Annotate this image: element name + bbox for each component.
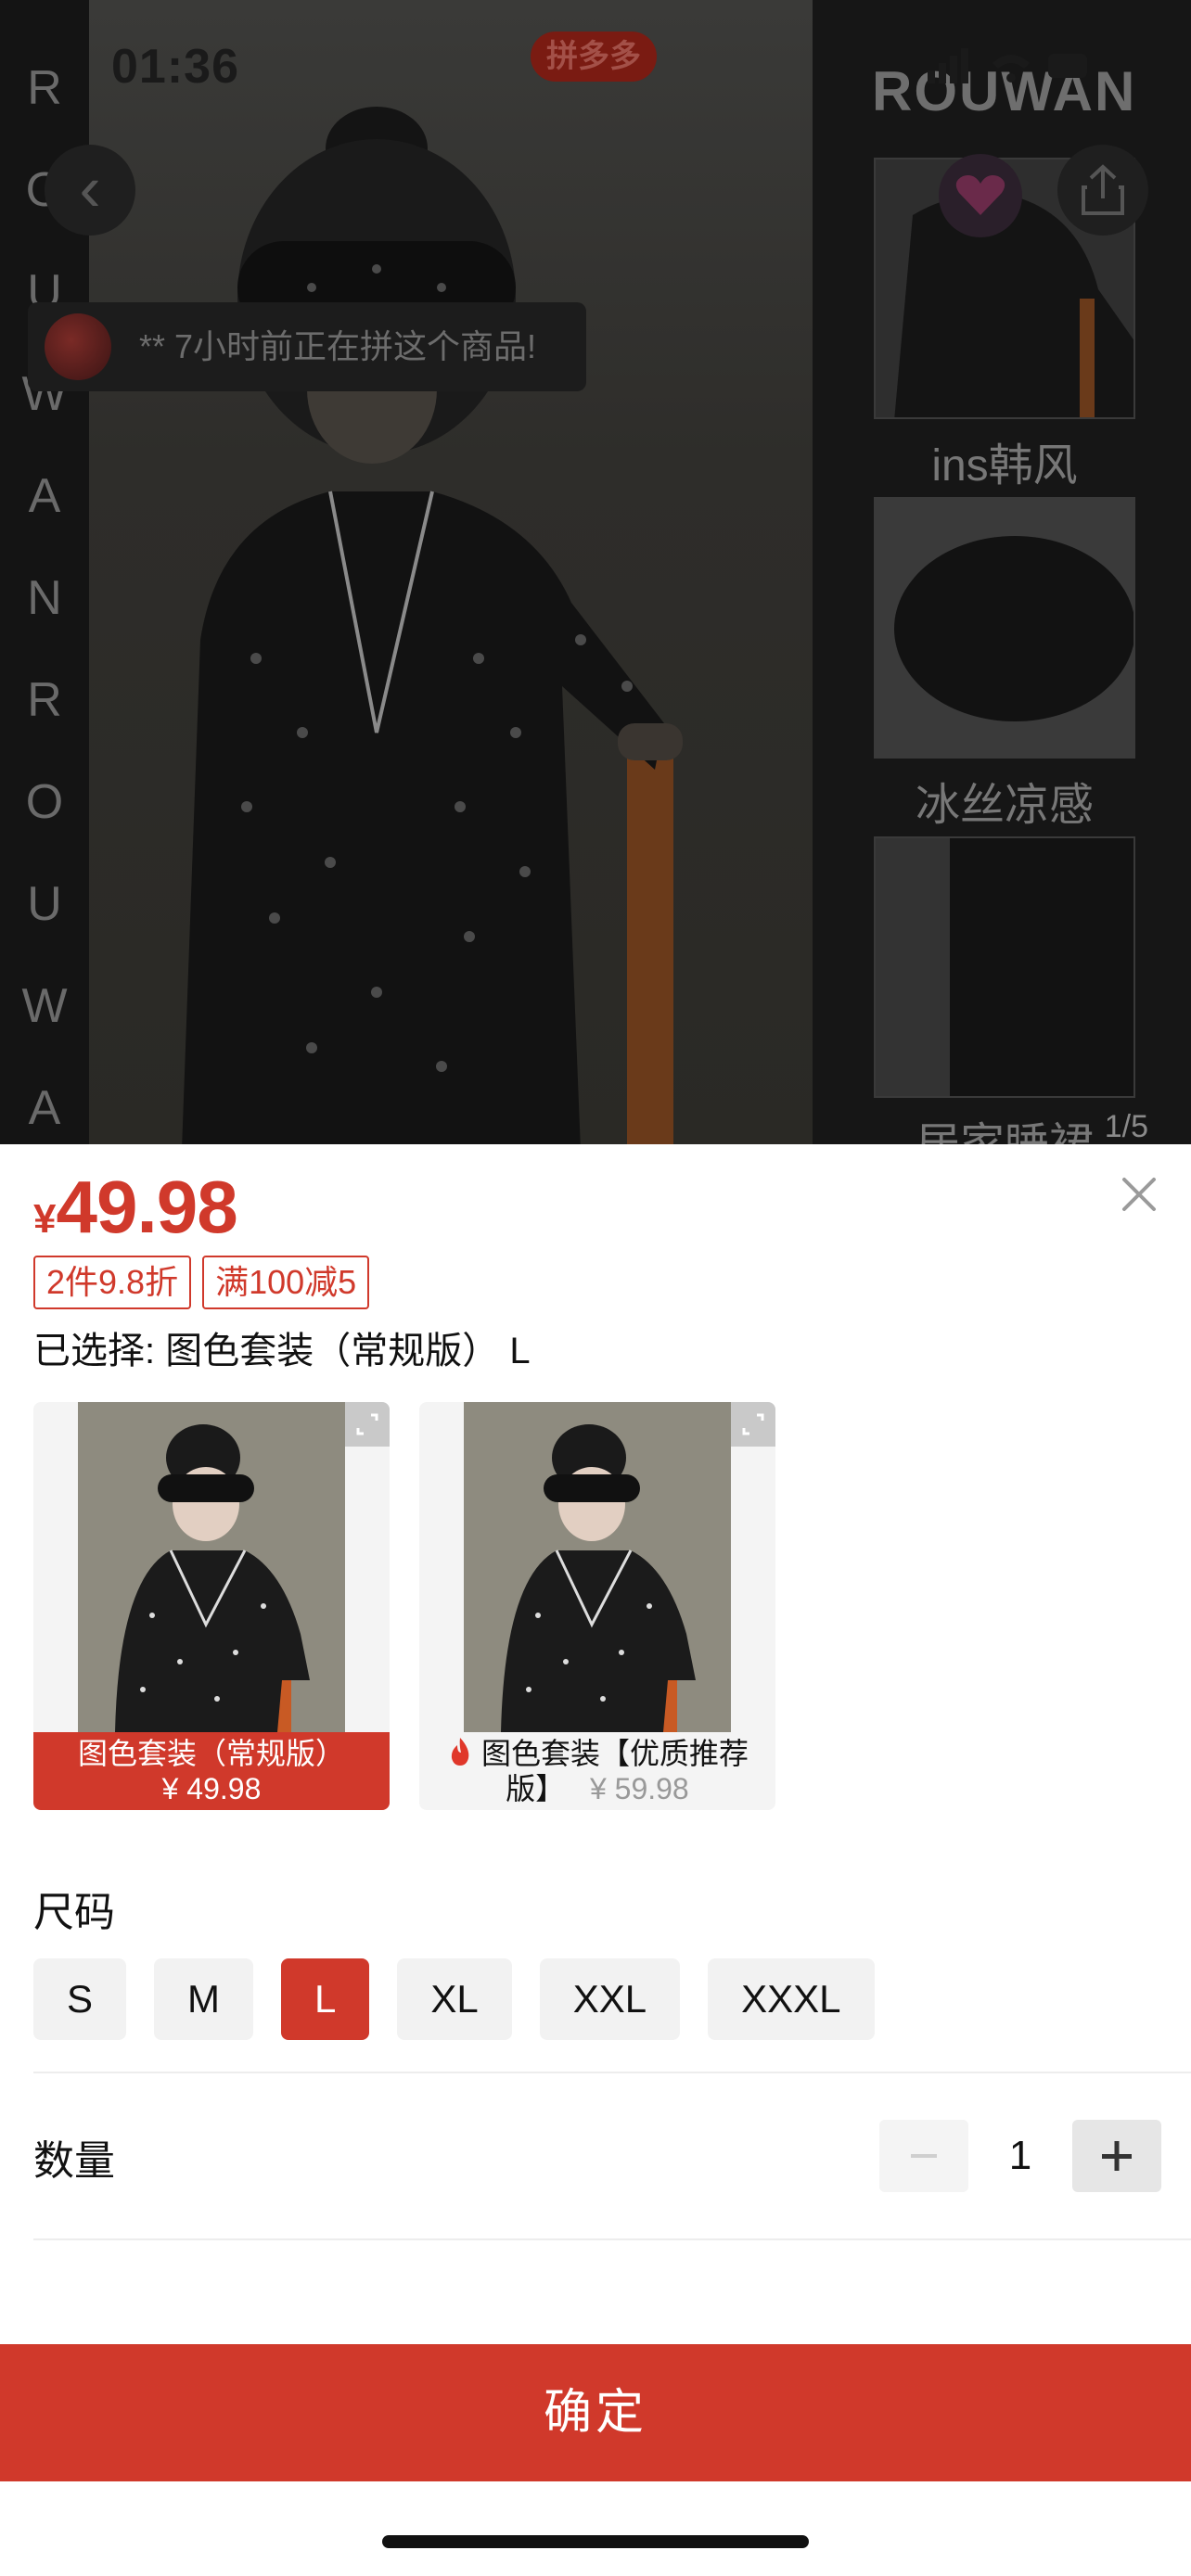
variant-caption: 图色套装【优质推荐 版】 ¥ 59.98 (419, 1732, 775, 1810)
app-badge: 拼多多 (531, 32, 657, 82)
selected-summary: 已选择: 图色套装（常规版） L (33, 1331, 531, 1371)
favorite-button[interactable] (939, 154, 1022, 237)
home-indicator (382, 2535, 809, 2548)
style-variants: 图色套装（常规版） ¥ 49.98 图色套装【优质推荐 版】 ¥ 59.98 (33, 1402, 775, 1810)
size-section-title: 尺码 (33, 1890, 115, 1935)
plus-icon (1102, 2141, 1132, 2171)
side-thumbnail-3-label: 居家睡裙 (874, 1107, 1135, 1144)
share-icon (1082, 164, 1124, 215)
size-option-m[interactable]: M (154, 1958, 254, 2040)
divider (33, 2238, 1191, 2240)
size-option-xl[interactable]: XL (397, 1958, 512, 2040)
currency-symbol: ¥ (33, 1196, 57, 1242)
quantity-section-title: 数量 (33, 2138, 115, 2184)
expand-icon (742, 1413, 764, 1435)
side-thumbnail-2[interactable] (874, 497, 1135, 759)
promo-tag: 满100减5 (202, 1256, 370, 1309)
quantity-stepper: 1 (879, 2120, 1161, 2192)
price-value: 49.98 (56, 1166, 237, 1248)
expand-image-button[interactable] (731, 1402, 775, 1447)
variant-price: ¥ 59.98 (589, 1772, 689, 1805)
price: ¥49.98 (33, 1165, 238, 1250)
chevron-left-icon: ‹ (79, 152, 101, 224)
share-button[interactable] (1057, 145, 1148, 236)
variant-price: ¥ 49.98 (161, 1772, 262, 1805)
size-option-xxxl[interactable]: XXXL (708, 1958, 875, 2040)
size-option-l[interactable]: L (281, 1958, 370, 2040)
flame-icon (451, 1738, 469, 1766)
side-thumbnail-3[interactable] (874, 836, 1135, 1098)
close-icon (1122, 1178, 1156, 1211)
status-icons (928, 48, 1087, 83)
variant-caption: 图色套装（常规版） ¥ 49.98 (33, 1732, 390, 1810)
back-button[interactable]: ‹ (45, 145, 135, 236)
group-buy-notice: ** 7小时前正在拼这个商品! (28, 302, 586, 391)
expand-image-button[interactable] (345, 1402, 390, 1447)
quantity-increase-button[interactable] (1072, 2120, 1161, 2192)
minus-icon (911, 2154, 937, 2158)
size-option-s[interactable]: S (33, 1958, 127, 2040)
side-thumbnail-2-label: 冰丝凉感 (915, 781, 1094, 830)
product-image-area[interactable]: R O U W A N R O U W A (0, 0, 1191, 1144)
variant-name-cont: 版】 (506, 1772, 566, 1805)
notice-text: ** 7小时前正在拼这个商品! (139, 327, 537, 365)
size-option-xxl[interactable]: XXL (539, 1958, 681, 2040)
variant-name: 图色套装（常规版） (77, 1737, 345, 1770)
confirm-button[interactable]: 确定 (0, 2344, 1191, 2481)
promo-tags: 2件9.8折 满100减5 (33, 1256, 370, 1309)
product-main-photo (89, 0, 813, 1144)
variant-image (464, 1402, 731, 1732)
side-thumbnail-1-label: ins韩风 (931, 441, 1078, 491)
image-page-counter: 1/5 (1104, 1109, 1148, 1144)
promo-tag: 2件9.8折 (33, 1256, 192, 1309)
status-time: 01:36 (111, 40, 239, 94)
variant-option-premium[interactable]: 图色套装【优质推荐 版】 ¥ 59.98 (419, 1402, 775, 1810)
close-button[interactable] (1113, 1168, 1165, 1220)
size-options: S M L XL XXL XXXL (33, 1958, 875, 2040)
variant-option-regular[interactable]: 图色套装（常规版） ¥ 49.98 (33, 1402, 390, 1810)
avatar (45, 313, 111, 380)
variant-image (78, 1402, 345, 1732)
expand-icon (356, 1413, 378, 1435)
sku-selector-sheet: ¥49.98 2件9.8折 满100减5 已选择: 图色套装（常规版） L 图色… (0, 1144, 1191, 2576)
divider (33, 2072, 1191, 2073)
variant-name: 图色套装【优质推荐 (480, 1737, 749, 1770)
quantity-decrease-button[interactable] (879, 2120, 968, 2192)
quantity-value[interactable]: 1 (968, 2133, 1072, 2179)
heart-icon (955, 175, 1005, 215)
model-figure (182, 107, 683, 1144)
